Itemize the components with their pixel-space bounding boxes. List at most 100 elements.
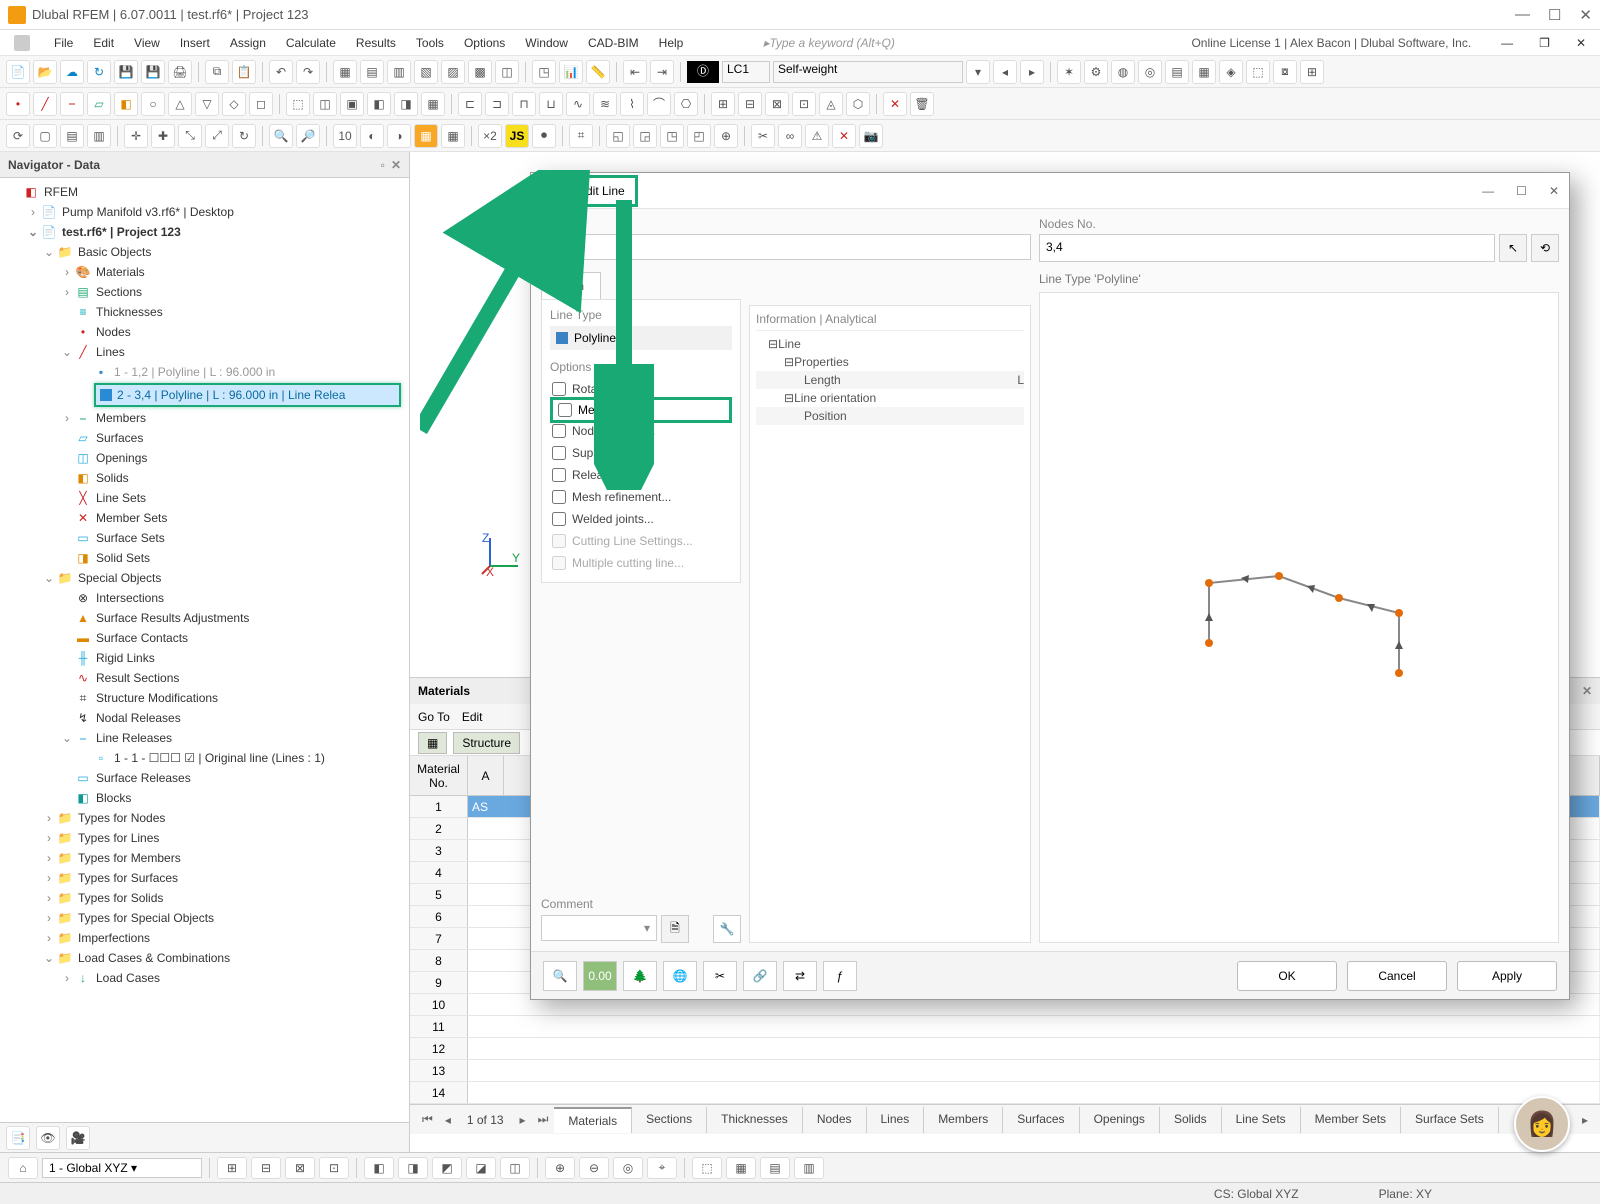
table-tab-surface-sets[interactable]: Surface Sets [1401, 1107, 1499, 1133]
nodesonline-checkbox[interactable] [552, 424, 566, 438]
tree-rfem[interactable]: ◧RFEM [2, 182, 407, 202]
st-coord-select[interactable]: 1 - Global XYZ ▾ [42, 1158, 202, 1178]
nav-view-icon[interactable]: 👁 [36, 1126, 60, 1150]
menu-help[interactable]: Help [649, 32, 694, 54]
maximize-icon[interactable]: ☐ [1548, 6, 1561, 24]
tb-misc7-icon[interactable]: ◈ [1219, 60, 1243, 84]
line-type-select[interactable]: Polyline [550, 326, 732, 350]
nodes-no-input[interactable]: 3,4 [1039, 234, 1495, 262]
tree-imperfections[interactable]: ›📁Imperfections [2, 928, 407, 948]
tb3-m2-icon[interactable]: ◲ [633, 124, 657, 148]
tb3-c2-icon[interactable]: ∞ [778, 124, 802, 148]
mesh-checkbox[interactable] [552, 490, 566, 504]
tb3-v3-icon[interactable]: ▦ [414, 124, 438, 148]
tb3-ax2-icon[interactable]: ✚ [151, 124, 175, 148]
tb3-x2-icon[interactable]: ×2 [478, 124, 502, 148]
tb-lc-name[interactable]: Self-weight [773, 61, 963, 83]
tree-types-nodes[interactable]: ›📁Types for Nodes [2, 808, 407, 828]
tb-prev-icon[interactable]: ◂ [993, 60, 1017, 84]
tree-types-special[interactable]: ›📁Types for Special Objects [2, 908, 407, 928]
tb2-x-icon[interactable]: ✕ [883, 92, 907, 116]
tb3-c4-icon[interactable]: ✕ [832, 124, 856, 148]
st-9-icon[interactable]: ◫ [500, 1157, 530, 1179]
tb3-m5-icon[interactable]: ⊕ [714, 124, 738, 148]
tb3-rec-icon[interactable]: ⏺ [532, 124, 556, 148]
close-icon[interactable]: ✕ [1579, 6, 1592, 24]
tb2-f-icon[interactable]: ▦ [421, 92, 445, 116]
st-2-icon[interactable]: ⊟ [251, 1157, 281, 1179]
tb3-box3-icon[interactable]: ▥ [87, 124, 111, 148]
tb-grid7-icon[interactable]: ◫ [495, 60, 519, 84]
ftr-link-icon[interactable]: 🔗 [743, 961, 777, 991]
dialog-titlebar[interactable]: Edit Line — ☐ ✕ [531, 173, 1569, 209]
tb2-c-icon[interactable]: ▣ [340, 92, 364, 116]
table-tab-sections[interactable]: Sections [632, 1107, 707, 1133]
tb-misc3-icon[interactable]: ◍ [1111, 60, 1135, 84]
tb3-tbl-icon[interactable]: ⌗ [569, 124, 593, 148]
st-h-icon[interactable]: ▥ [794, 1157, 824, 1179]
tb-lc-code[interactable]: LC1 [722, 61, 770, 83]
tree-sections[interactable]: ›▤Sections [2, 282, 407, 302]
st-g-icon[interactable]: ▤ [760, 1157, 790, 1179]
tb2-h-icon[interactable]: ⊐ [485, 92, 509, 116]
tree-types-lines[interactable]: ›📁Types for Lines [2, 828, 407, 848]
menu-view[interactable]: View [124, 32, 170, 54]
dialog-max-icon[interactable]: ☐ [1516, 184, 1527, 198]
tb2-member-icon[interactable]: ⎯ [60, 92, 84, 116]
tb-misc6-icon[interactable]: ▦ [1192, 60, 1216, 84]
tb-paste-icon[interactable]: 📋 [232, 60, 256, 84]
st-home-icon[interactable]: ⌂ [8, 1157, 38, 1179]
info-orient[interactable]: ⊟ Line orientation [756, 389, 1024, 407]
tb3-m1-icon[interactable]: ◱ [606, 124, 630, 148]
cancel-button[interactable]: Cancel [1347, 961, 1447, 991]
tb-misc10-icon[interactable]: ⊞ [1300, 60, 1324, 84]
assistant-avatar[interactable]: 👩 [1514, 1096, 1570, 1152]
tb2-solid-icon[interactable]: ◧ [114, 92, 138, 116]
tb2-b-icon[interactable]: ◫ [313, 92, 337, 116]
comment-attach-icon[interactable]: 🗎 [661, 915, 689, 943]
tb2-node-icon[interactable]: • [6, 92, 30, 116]
opt-release[interactable]: Release... [550, 464, 732, 486]
opt-support[interactable]: Support... [550, 442, 732, 464]
tb3-c1-icon[interactable]: ✂ [751, 124, 775, 148]
tb3-m3-icon[interactable]: ◳ [660, 124, 684, 148]
rotation-checkbox[interactable] [552, 382, 566, 396]
tree-materials[interactable]: ›🎨Materials [2, 262, 407, 282]
nav-data-icon[interactable]: 📑 [6, 1126, 30, 1150]
table-tab-surfaces[interactable]: Surfaces [1003, 1107, 1079, 1133]
tree-intersections[interactable]: ⊗Intersections [2, 588, 407, 608]
tree-solids[interactable]: ◧Solids [2, 468, 407, 488]
tb-misc9-icon[interactable]: ⧇ [1273, 60, 1297, 84]
mini-restore-icon[interactable]: ❐ [1529, 32, 1560, 54]
tree-thicknesses[interactable]: ≡Thicknesses [2, 302, 407, 322]
table-tab-members[interactable]: Members [924, 1107, 1003, 1133]
ftr-tree-icon[interactable]: 🌲 [623, 961, 657, 991]
tb-grid3-icon[interactable]: ▥ [387, 60, 411, 84]
ftr-f2-icon[interactable]: ƒ [823, 961, 857, 991]
tree-members[interactable]: ›⎯Members [2, 408, 407, 428]
tb2-t-icon[interactable]: ◬ [819, 92, 843, 116]
st-a-icon[interactable]: ⊕ [545, 1157, 575, 1179]
tb3-axes-icon[interactable]: ✛ [124, 124, 148, 148]
st-e-icon[interactable]: ⬚ [692, 1157, 722, 1179]
tb-measure-icon[interactable]: 📏 [586, 60, 610, 84]
menu-insert[interactable]: Insert [170, 32, 220, 54]
tree-nr[interactable]: ↯Nodal Releases [2, 708, 407, 728]
tb-print-icon[interactable]: 🖨 [168, 60, 192, 84]
table-tab-materials[interactable]: Materials [554, 1107, 632, 1133]
apply-button[interactable]: Apply [1457, 961, 1557, 991]
tables-goto[interactable]: Go To [418, 710, 450, 724]
tree-special[interactable]: ⌄📁Special Objects [2, 568, 407, 588]
tb3-ax3-icon[interactable]: ⤡ [178, 124, 202, 148]
st-b-icon[interactable]: ⊖ [579, 1157, 609, 1179]
tb-left-icon[interactable]: ⇤ [623, 60, 647, 84]
tb2-surf-icon[interactable]: ▱ [87, 92, 111, 116]
tb-misc8-icon[interactable]: ⬚ [1246, 60, 1270, 84]
tree-model1[interactable]: ›📄Pump Manifold v3.rf6* | Desktop [2, 202, 407, 222]
tree-openings[interactable]: ◫Openings [2, 448, 407, 468]
tb-chart-icon[interactable]: 📊 [559, 60, 583, 84]
tb-grid5-icon[interactable]: ▨ [441, 60, 465, 84]
tb2-l-icon[interactable]: ≋ [593, 92, 617, 116]
tb-grid2-icon[interactable]: ▤ [360, 60, 384, 84]
tree-nodes[interactable]: •Nodes [2, 322, 407, 342]
